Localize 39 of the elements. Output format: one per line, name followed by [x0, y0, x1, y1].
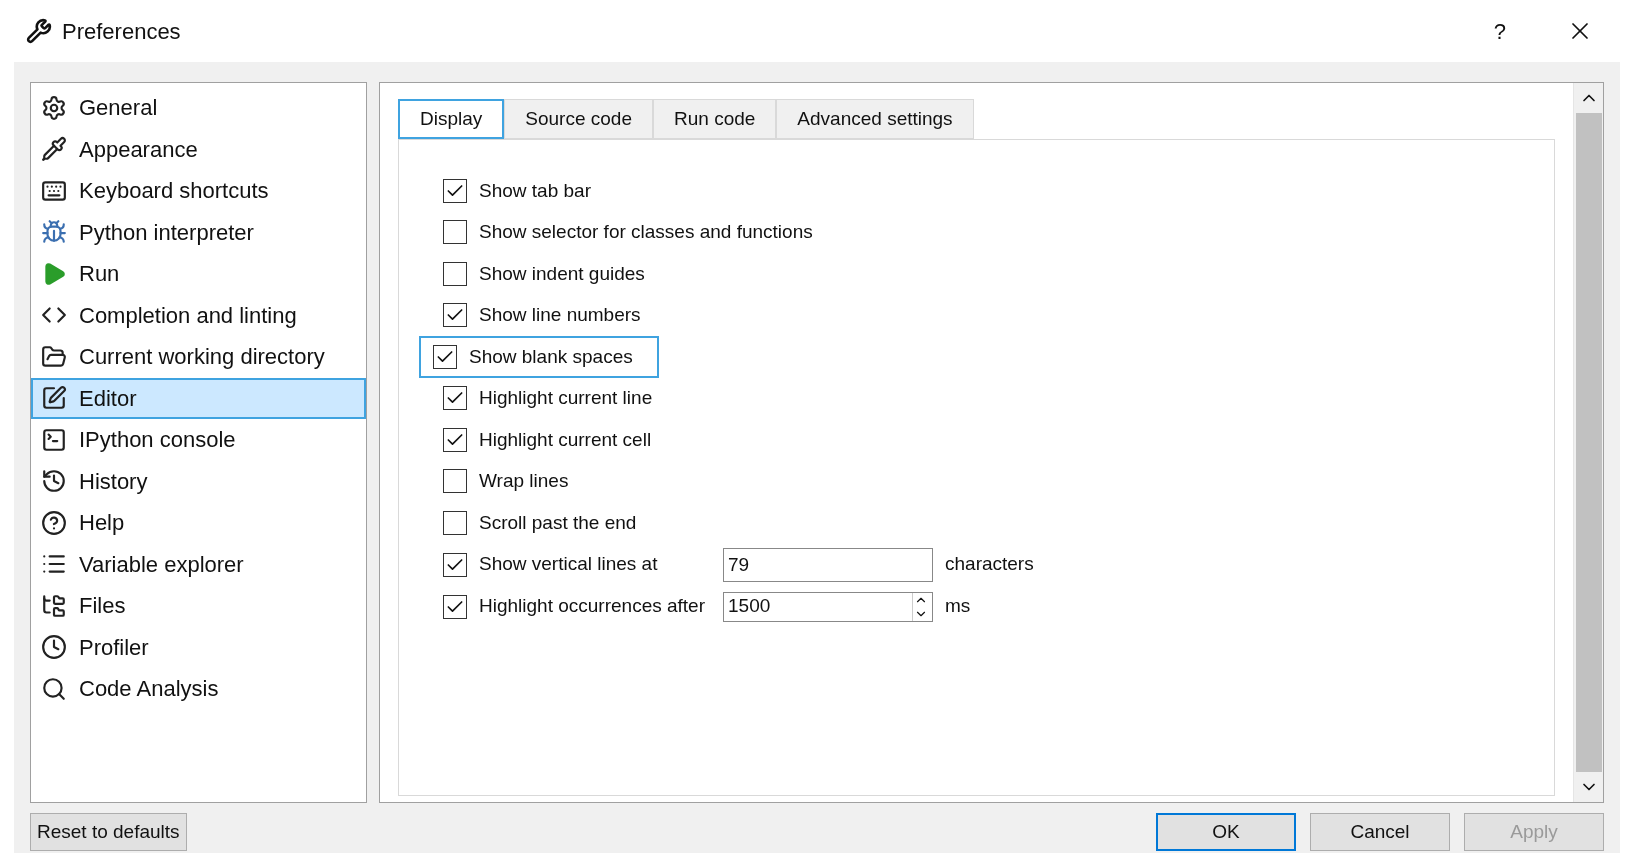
option-label: Highlight current cell: [479, 427, 652, 452]
tab[interactable]: Run code: [653, 99, 777, 139]
option-label: Show indent guides: [479, 261, 645, 286]
sidebar-item[interactable]: Profiler: [31, 626, 366, 668]
tab[interactable]: Advanced settings: [776, 99, 974, 139]
sidebar-item[interactable]: Help: [31, 502, 366, 544]
sidebar-item[interactable]: Variable explorer: [31, 543, 366, 585]
option-label: Show vertical lines at: [479, 552, 658, 577]
sidebar-item[interactable]: Editor: [31, 377, 366, 419]
tab[interactable]: Source code: [504, 99, 653, 139]
option-label: Wrap lines: [479, 469, 569, 493]
option-label: Show tab bar: [479, 178, 591, 203]
sidebar-item[interactable]: History: [31, 460, 366, 502]
sidebar-item[interactable]: Python interpreter: [31, 211, 366, 253]
sidebar-item[interactable]: General: [31, 87, 366, 129]
unit-label: ms: [945, 594, 971, 619]
option-label: Show line numbers: [479, 303, 641, 327]
option-label: Highlight occurrences after: [479, 594, 705, 619]
sidebar-item[interactable]: Current working directory: [31, 336, 366, 378]
sidebar-item[interactable]: Completion and linting: [31, 294, 366, 336]
tab[interactable]: Display: [398, 99, 505, 139]
sidebar-item[interactable]: Keyboard shortcuts: [31, 170, 366, 212]
sidebar-item[interactable]: Code Analysis: [31, 668, 366, 710]
option-label: Show blank spaces: [469, 344, 633, 369]
sidebar-item[interactable]: Appearance: [31, 128, 366, 170]
dialog-button[interactable]: Cancel: [1310, 813, 1450, 851]
spin-box[interactable]: 1500: [723, 591, 933, 622]
dialog-button[interactable]: OK: [1156, 813, 1296, 851]
option-label: Scroll past the end: [479, 510, 637, 535]
sidebar-item[interactable]: Run: [31, 253, 366, 295]
reset-button[interactable]: Reset to defaults: [30, 813, 187, 851]
unit-label: characters: [945, 552, 1034, 577]
help-button[interactable]: ?: [1493, 14, 1506, 48]
option-label: Show selector for classes and functions: [479, 220, 813, 244]
sidebar-item[interactable]: IPython console: [31, 419, 366, 461]
window-title: Preferences: [62, 17, 181, 46]
input-field[interactable]: 79: [723, 547, 933, 582]
option-label: Highlight current line: [479, 386, 653, 410]
sidebar-item[interactable]: Files: [31, 585, 366, 627]
